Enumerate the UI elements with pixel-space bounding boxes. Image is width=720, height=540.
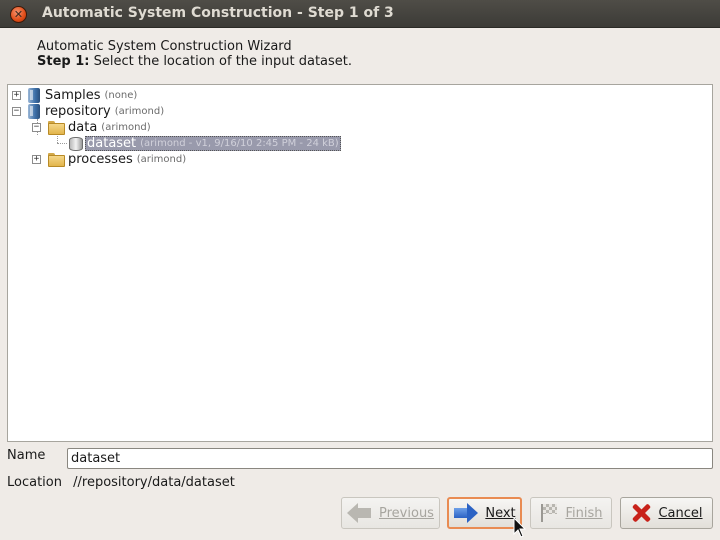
tree-connector (57, 143, 67, 144)
database-icon (69, 136, 83, 151)
node-meta: (none) (104, 89, 138, 101)
next-label: Next (485, 505, 516, 521)
tree-node-processes[interactable]: processes (arimond) (48, 151, 186, 167)
collapse-data-icon[interactable]: − (32, 123, 41, 132)
repository-icon (28, 103, 40, 119)
node-meta: (arimond) (136, 153, 187, 165)
node-label: processes (68, 151, 133, 167)
window-title: Automatic System Construction - Step 1 o… (42, 5, 394, 21)
step-text: Select the location of the input dataset… (89, 54, 353, 69)
repository-tree[interactable]: + Samples (none) − repository (arimond) … (7, 84, 713, 442)
step-instruction: Step 1: Select the location of the input… (37, 54, 352, 69)
title-bar[interactable]: ✕ Automatic System Construction - Step 1… (0, 0, 720, 28)
checkered-flag-icon (539, 503, 559, 523)
arrow-left-icon (347, 503, 373, 523)
name-label: Name (7, 448, 46, 463)
node-meta: (arimond) (114, 105, 165, 117)
mouse-cursor-icon (513, 517, 527, 538)
repository-icon (28, 87, 40, 103)
finish-button[interactable]: Finish (530, 497, 612, 529)
cancel-button[interactable]: Cancel (620, 497, 713, 529)
tree-node-dataset[interactable]: dataset (arimond - v1, 9/16/10 2:45 PM -… (69, 135, 341, 151)
wizard-window: ✕ Automatic System Construction - Step 1… (0, 0, 720, 540)
tree-node-samples[interactable]: Samples (none) (28, 87, 137, 103)
selected-node[interactable]: dataset (arimond - v1, 9/16/10 2:45 PM -… (85, 135, 341, 151)
node-meta: (arimond - v1, 9/16/10 2:45 PM - 24 kB) (140, 137, 339, 149)
tree-node-data[interactable]: data (arimond) (48, 119, 151, 135)
previous-button[interactable]: Previous (341, 497, 440, 529)
previous-label: Previous (379, 505, 434, 521)
next-button[interactable]: Next (447, 497, 522, 529)
step-label: Step 1: (37, 54, 90, 69)
location-label: Location (7, 475, 62, 490)
name-field[interactable] (67, 448, 713, 469)
location-value: //repository/data/dataset (73, 475, 235, 490)
close-icon[interactable]: ✕ (10, 6, 27, 23)
folder-open-icon (48, 121, 65, 135)
node-label: repository (45, 103, 111, 119)
finish-label: Finish (565, 505, 603, 521)
wizard-title: Automatic System Construction Wizard (37, 39, 292, 54)
folder-icon (48, 153, 65, 167)
location-row: Location //repository/data/dataset (7, 475, 235, 490)
collapse-repository-icon[interactable]: − (12, 107, 21, 116)
expand-samples-icon[interactable]: + (12, 91, 21, 100)
arrow-right-icon (453, 503, 479, 523)
node-label: data (68, 119, 98, 135)
tree-node-repository[interactable]: repository (arimond) (28, 103, 164, 119)
node-label: Samples (45, 87, 101, 103)
wizard-header: Automatic System Construction Wizard Ste… (37, 39, 352, 69)
expand-processes-icon[interactable]: + (32, 155, 41, 164)
node-meta: (arimond) (101, 121, 151, 133)
cancel-x-icon (630, 502, 652, 524)
cancel-label: Cancel (658, 505, 703, 521)
node-label: dataset (87, 135, 137, 151)
